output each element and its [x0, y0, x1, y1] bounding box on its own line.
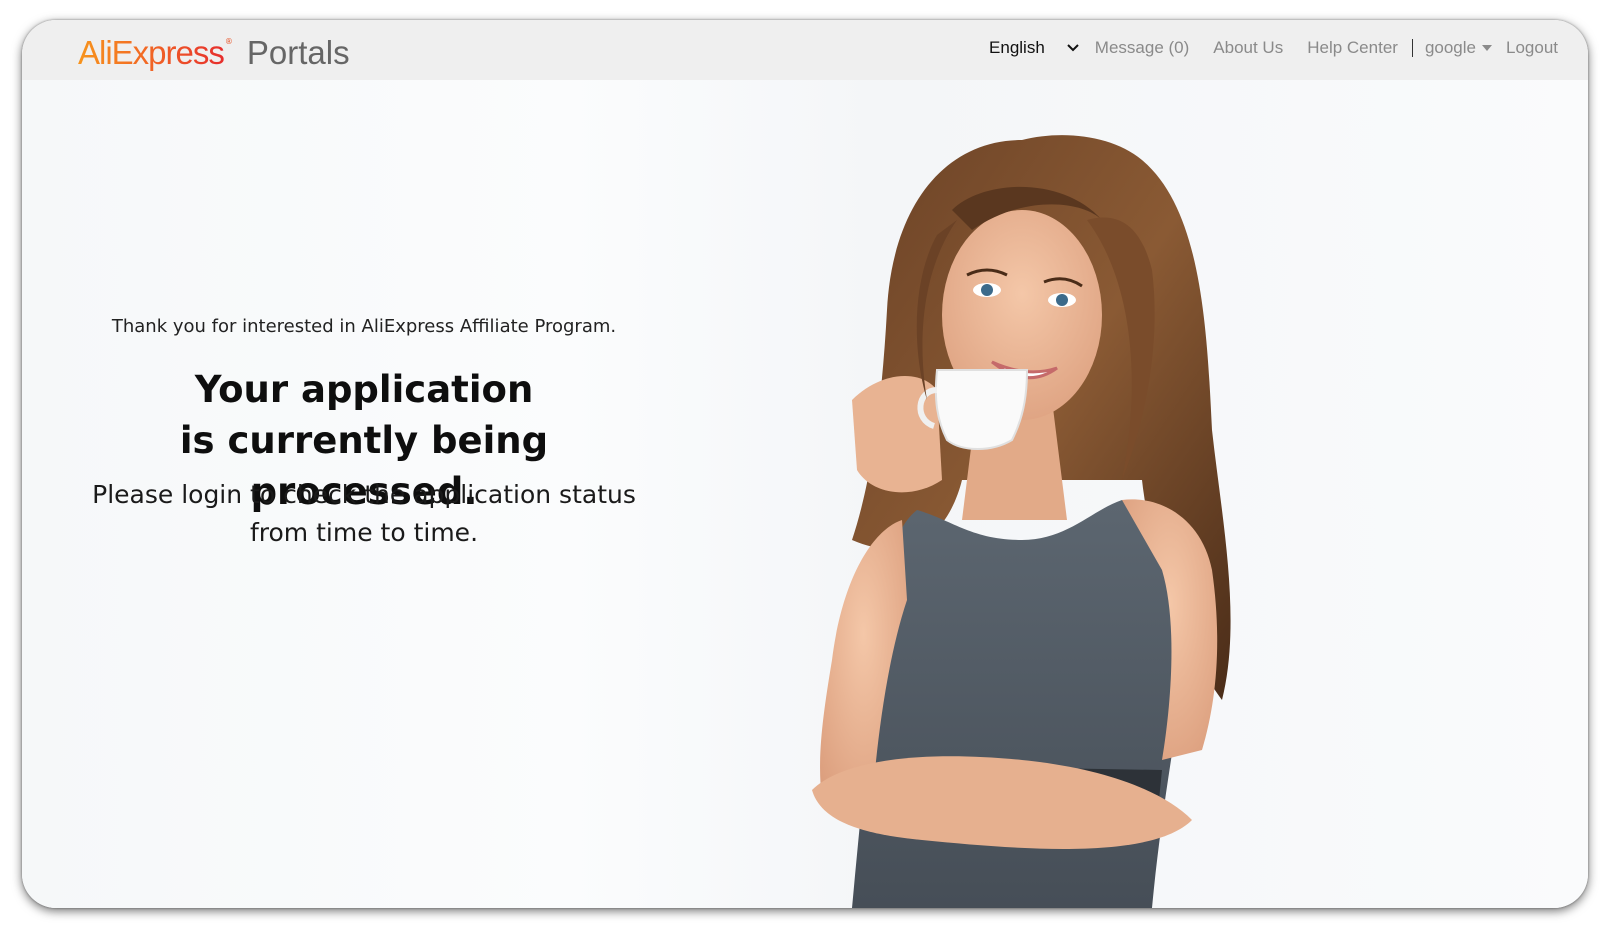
about-us-link[interactable]: About Us	[1213, 38, 1283, 58]
logout-link[interactable]: Logout	[1506, 38, 1558, 58]
top-nav: English Message (0) About Us Help Center…	[989, 38, 1558, 58]
caret-down-icon	[1482, 45, 1492, 51]
headline-line-1: Your application	[194, 368, 534, 411]
logo-registered: ®	[224, 37, 233, 46]
subtext-line-1: Please login to check the application st…	[92, 480, 636, 509]
hero-banner: Thank you for interested in AliExpress A…	[22, 80, 1588, 908]
status-subtext: Please login to check the application st…	[64, 476, 664, 552]
aliexpress-portals-logo[interactable]: AliExpress ® Portals	[78, 34, 350, 72]
help-center-link[interactable]: Help Center	[1307, 38, 1398, 58]
user-name: google	[1424, 38, 1476, 57]
top-bar: AliExpress ® Portals English Message (0)…	[22, 20, 1588, 80]
message-link[interactable]: Message (0)	[1095, 38, 1189, 58]
thanks-text: Thank you for interested in AliExpress A…	[111, 316, 617, 337]
logo-brand: AliExpress	[78, 34, 225, 71]
language-select[interactable]: English	[989, 38, 1079, 58]
logo-product: Portals	[246, 34, 350, 71]
chevron-down-icon	[1067, 44, 1079, 52]
subtext-line-2: from time to time.	[249, 518, 479, 547]
browser-frame: AliExpress ® Portals English Message (0)…	[22, 20, 1588, 908]
language-value: English	[989, 38, 1045, 57]
hero-woman-with-cup-image	[722, 100, 1302, 908]
user-menu[interactable]: google	[1425, 38, 1492, 58]
nav-divider	[1411, 39, 1413, 57]
